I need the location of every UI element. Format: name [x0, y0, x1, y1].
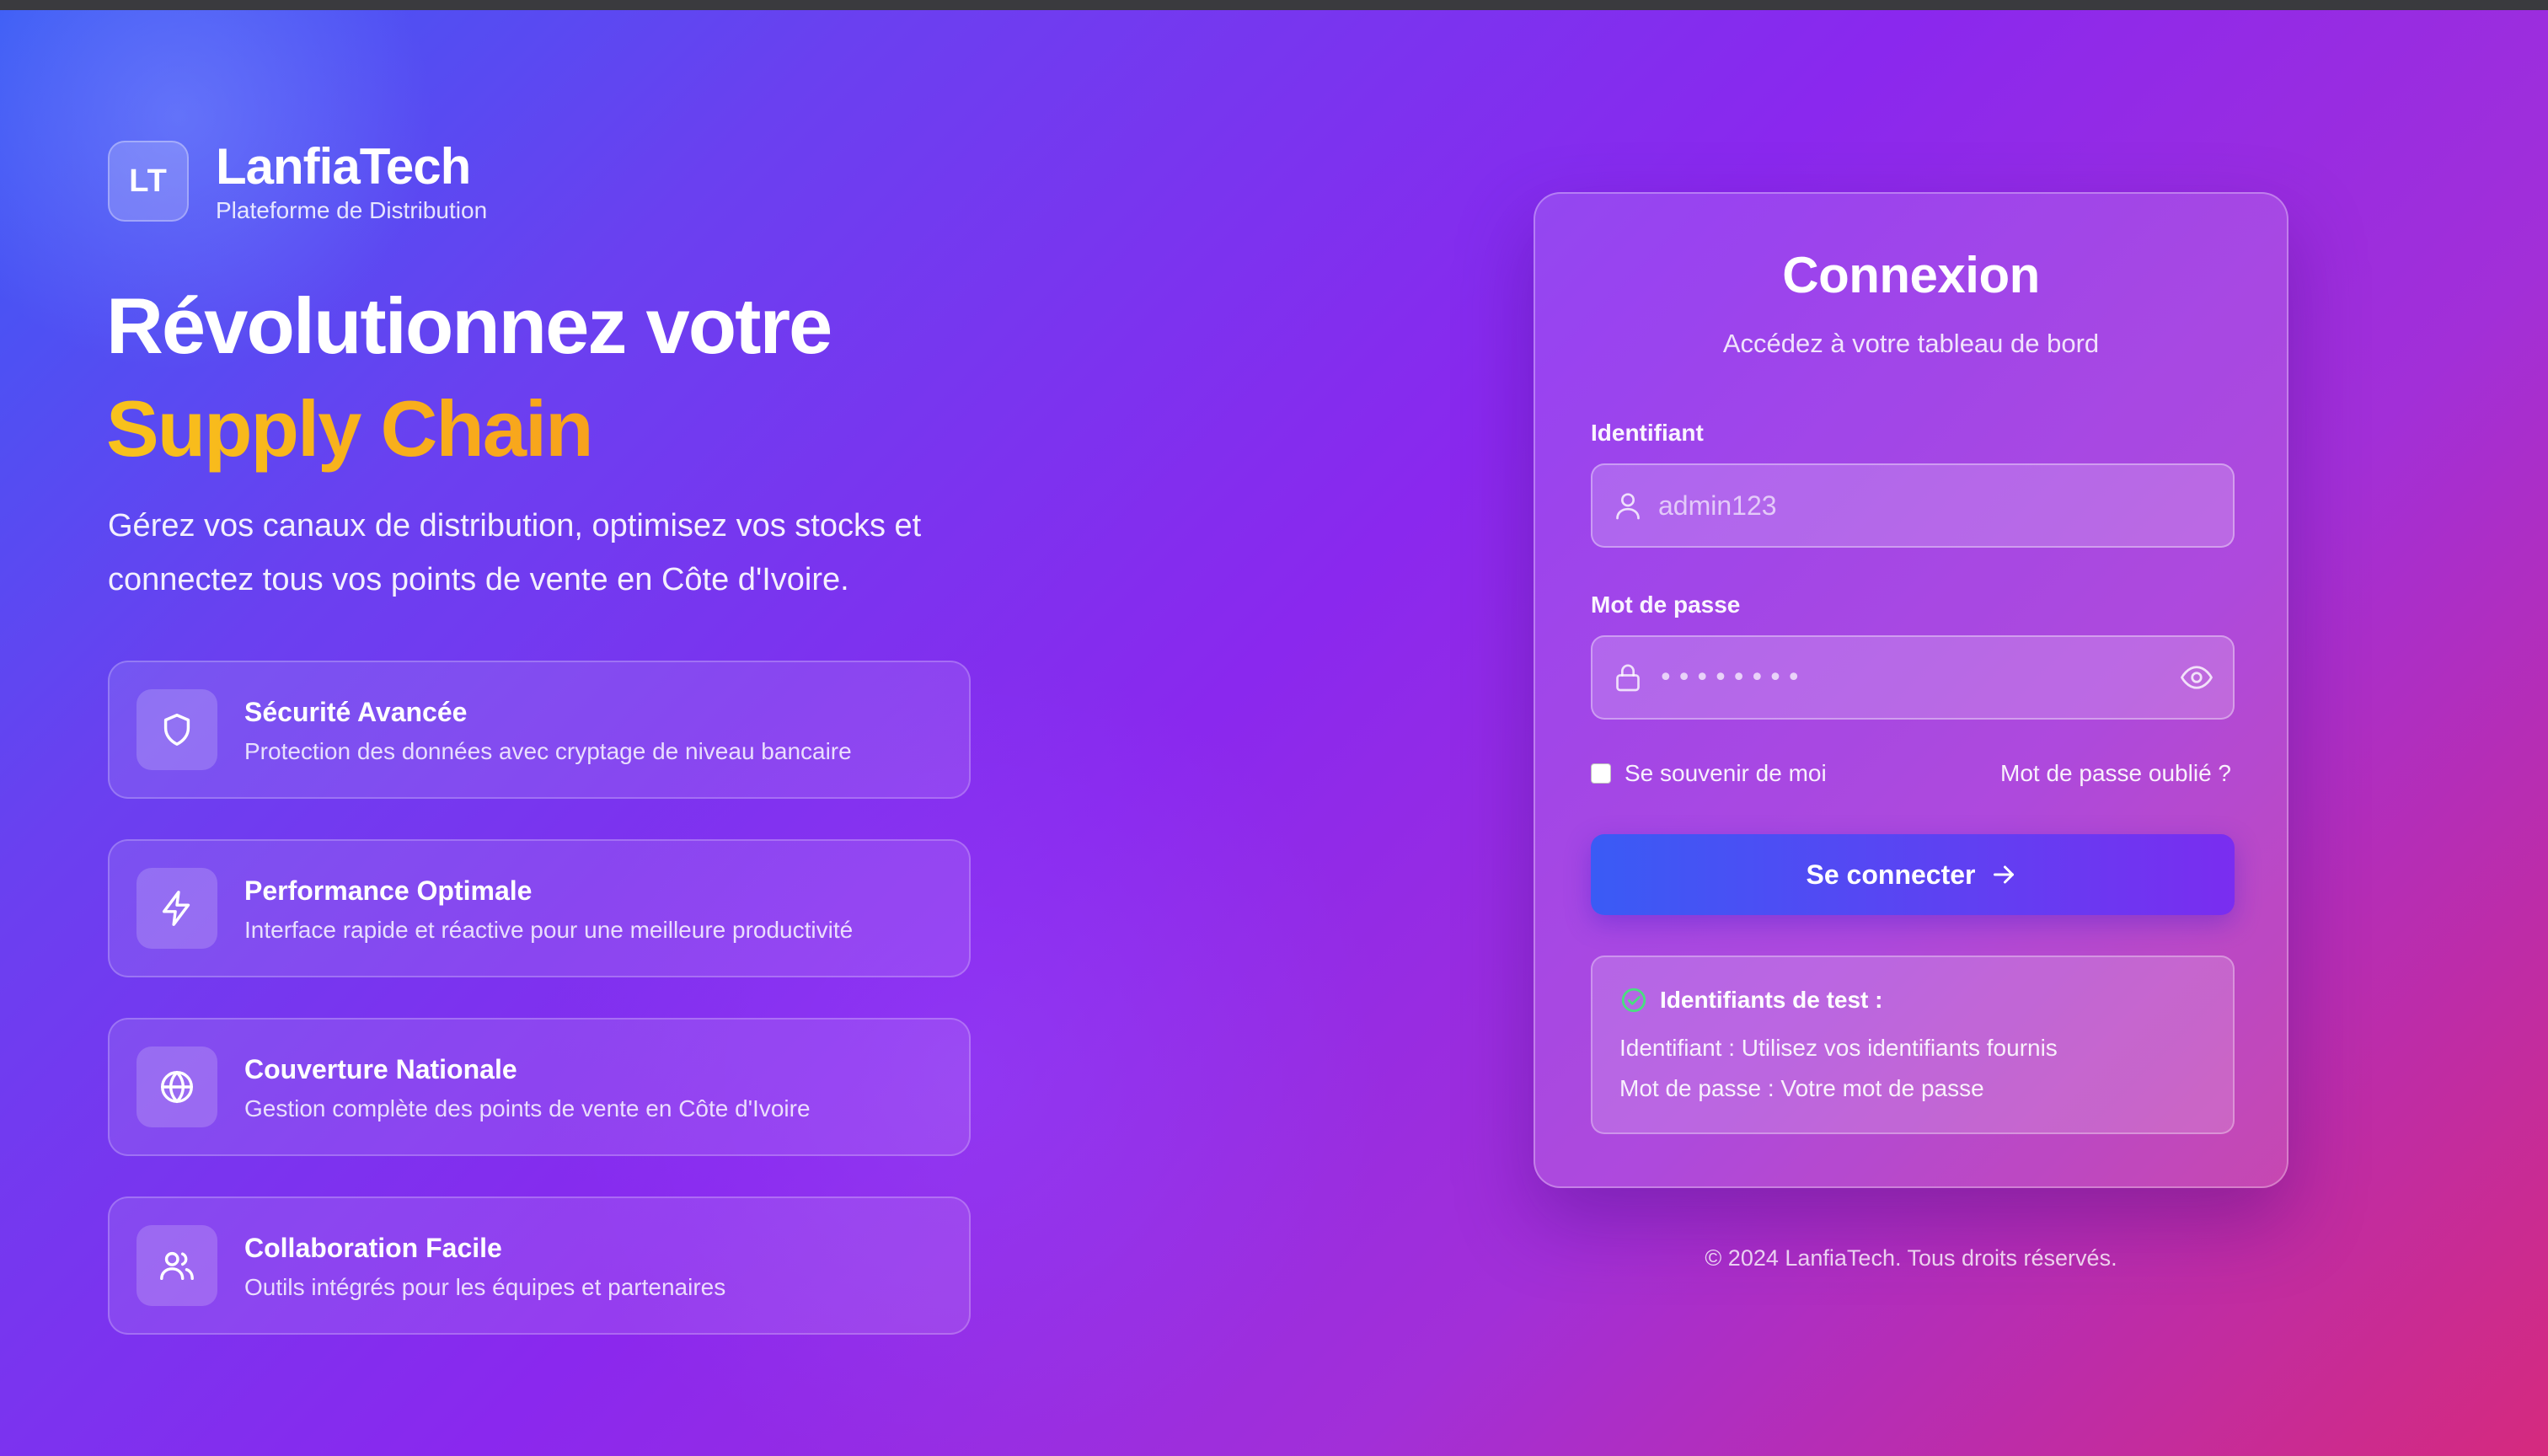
footer-copyright: © 2024 LanfiaTech. Tous droits réservés.: [1705, 1245, 2117, 1271]
feature-title: Couverture Nationale: [244, 1054, 517, 1084]
check-circle-icon: [1621, 988, 1646, 1013]
user-icon: [1616, 493, 1640, 520]
password-field[interactable]: ••••••••: [1591, 635, 2235, 720]
feature-title: Sécurité Avancée: [244, 697, 468, 727]
hero-title-line1: Révolutionnez votre: [106, 281, 832, 370]
window-top-bar: [0, 0, 2548, 10]
feature-body: Sécurité Avancée Protection des données …: [244, 694, 852, 765]
arrow-right-icon: [1994, 865, 2015, 884]
feature-card-coverage: Couverture Nationale Gestion complète de…: [108, 1018, 971, 1156]
brand-logo: LT: [108, 141, 189, 222]
shield-icon: [136, 689, 217, 770]
forgot-password-link[interactable]: Mot de passe oublié ?: [2000, 760, 2231, 787]
feature-text: Outils intégrés pour les équipes et part…: [244, 1274, 726, 1300]
lightning-icon: [136, 868, 217, 949]
feature-text: Gestion complète des points de vente en …: [244, 1095, 811, 1121]
feature-title: Collaboration Facile: [244, 1233, 502, 1263]
feature-body: Collaboration Facile Outils intégrés pou…: [244, 1230, 725, 1301]
remember-me[interactable]: Se souvenir de moi: [1591, 760, 1827, 787]
password-input[interactable]: ••••••••: [1658, 663, 2179, 693]
feature-card-collaboration: Collaboration Facile Outils intégrés pou…: [108, 1196, 971, 1335]
hero-title: Révolutionnez votre Supply Chain: [106, 275, 832, 480]
username-field[interactable]: [1591, 463, 2235, 548]
feature-body: Performance Optimale Interface rapide et…: [244, 873, 853, 944]
login-card: Connexion Accédez à votre tableau de bor…: [1534, 192, 2288, 1188]
brand: LT LanfiaTech Plateforme de Distribution: [108, 138, 487, 224]
username-input[interactable]: [1658, 465, 2233, 546]
brand-tagline: Plateforme de Distribution: [216, 197, 488, 223]
feature-text: Interface rapide et réactive pour une me…: [244, 917, 854, 943]
test-credentials-title: Identifiants de test :: [1660, 987, 1883, 1013]
remember-checkbox[interactable]: [1591, 763, 1611, 784]
test-credentials-box: Identifiants de test : Identifiant : Uti…: [1591, 956, 2235, 1134]
test-credentials-username: Identifiant : Utilisez vos identifiants …: [1619, 1035, 2058, 1061]
eye-icon[interactable]: [2179, 660, 2214, 695]
login-button-label: Se connecter: [1806, 859, 1976, 890]
remember-label[interactable]: Se souvenir de moi: [1625, 760, 1827, 787]
hero-title-accent: Supply Chain: [106, 377, 831, 480]
feature-title: Performance Optimale: [244, 875, 533, 906]
lock-icon: [1616, 664, 1640, 692]
feature-card-performance: Performance Optimale Interface rapide et…: [108, 839, 971, 977]
feature-card-security: Sécurité Avancée Protection des données …: [108, 661, 971, 799]
login-button[interactable]: Se connecter: [1591, 834, 2235, 915]
login-subtitle: Accédez à votre tableau de bord: [1722, 329, 2100, 358]
test-credentials-password: Mot de passe : Votre mot de passe: [1619, 1075, 1984, 1101]
feature-text: Protection des données avec cryptage de …: [244, 738, 852, 764]
brand-text: LanfiaTech Plateforme de Distribution: [216, 138, 487, 224]
brand-name: LanfiaTech: [216, 138, 471, 195]
login-title: Connexion: [1782, 247, 2040, 303]
hero-description: Gérez vos canaux de distribution, optimi…: [108, 508, 922, 597]
password-label: Mot de passe: [1591, 592, 1741, 618]
users-icon: [136, 1225, 217, 1306]
username-label: Identifiant: [1591, 420, 1704, 446]
globe-icon: [136, 1046, 217, 1127]
feature-body: Couverture Nationale Gestion complète de…: [244, 1052, 811, 1122]
test-credentials-header: Identifiants de test :: [1619, 986, 1882, 1014]
